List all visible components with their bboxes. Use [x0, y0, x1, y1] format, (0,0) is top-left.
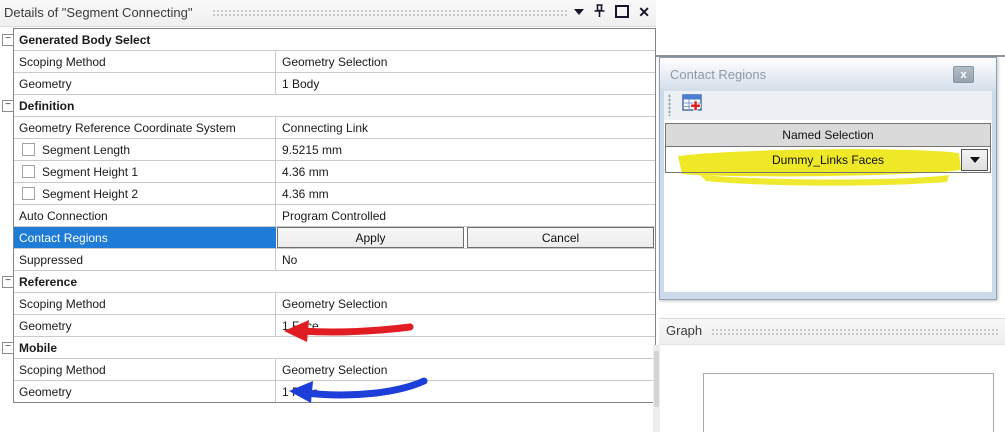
- property-name-label: Geometry Reference Coordinate System: [19, 120, 236, 135]
- contact-regions-window: Contact Regions x Named Selection Dummy_…: [659, 57, 997, 300]
- window-menu-caret-icon[interactable]: [574, 8, 585, 15]
- property-name-cell[interactable]: Geometry: [14, 315, 276, 336]
- contact-regions-titlebar[interactable]: Contact Regions x: [660, 58, 996, 91]
- property-value-cell: Apply Cancel: [276, 227, 655, 248]
- property-name-label: Suppressed: [19, 252, 84, 267]
- section-label: Definition: [19, 98, 75, 113]
- checkbox[interactable]: [22, 187, 35, 200]
- scrollbar-thumb[interactable]: [654, 351, 659, 407]
- property-value-cell[interactable]: Geometry Selection: [276, 51, 655, 72]
- graph-header-dotted-fill: [711, 328, 999, 337]
- details-row-contact-regions[interactable]: Contact Regions Apply Cancel: [14, 227, 655, 249]
- property-value-cell[interactable]: 9.5215 mm: [276, 139, 655, 160]
- property-name-label: Segment Length: [42, 142, 131, 157]
- details-row-scoping-method[interactable]: Scoping Method Geometry Selection: [14, 293, 655, 315]
- property-name-cell[interactable]: Scoping Method: [14, 359, 276, 380]
- checkbox[interactable]: [22, 165, 35, 178]
- contact-regions-title: Contact Regions: [670, 67, 767, 82]
- checkbox[interactable]: [22, 143, 35, 156]
- section-label: Mobile: [19, 340, 57, 355]
- named-selection-value[interactable]: Dummy_Links Faces: [772, 153, 884, 167]
- collapse-minus-icon[interactable]: [2, 34, 14, 46]
- section-label: Reference: [19, 274, 78, 289]
- property-name-label: Segment Height 1: [42, 164, 139, 179]
- collapse-minus-icon[interactable]: [2, 100, 14, 112]
- titlebar-dotted-fill: [212, 9, 568, 18]
- property-name-label: Segment Height 2: [42, 186, 139, 201]
- property-name-label: Auto Connection: [19, 208, 108, 223]
- details-panel-titlebar: Details of "Segment Connecting" ✕: [0, 0, 656, 27]
- property-name-cell[interactable]: Segment Length: [14, 139, 276, 160]
- property-name-cell[interactable]: Scoping Method: [14, 293, 276, 314]
- dropdown-arrow-button[interactable]: [961, 149, 988, 171]
- details-row-reference[interactable]: Reference: [2, 271, 655, 293]
- details-row-scoping-method[interactable]: Scoping Method Geometry Selection: [14, 51, 655, 73]
- apply-button[interactable]: Apply: [277, 227, 464, 248]
- details-row-segment-length[interactable]: Segment Length 9.5215 mm: [14, 139, 655, 161]
- details-row-geometry-reference-coordinate-system[interactable]: Geometry Reference Coordinate System Conn…: [14, 117, 655, 139]
- pin-icon[interactable]: [593, 4, 606, 19]
- property-value-cell[interactable]: 1 Face: [276, 381, 655, 402]
- property-name-label: Scoping Method: [19, 296, 106, 311]
- property-name-label: Geometry: [19, 384, 72, 399]
- property-name-cell[interactable]: Segment Height 2: [14, 183, 276, 204]
- property-name-cell[interactable]: Geometry: [14, 73, 276, 94]
- property-value-cell[interactable]: Connecting Link: [276, 117, 655, 138]
- details-row-scoping-method[interactable]: Scoping Method Geometry Selection: [14, 359, 655, 381]
- section-label: Generated Body Select: [19, 32, 151, 47]
- property-name-label: Scoping Method: [19, 54, 106, 69]
- details-row-segment-height-2[interactable]: Segment Height 2 4.36 mm: [14, 183, 655, 205]
- property-value-cell[interactable]: Geometry Selection: [276, 293, 655, 314]
- details-row-geometry[interactable]: Geometry 1 Face: [14, 381, 655, 402]
- details-row-suppressed[interactable]: Suppressed No: [14, 249, 655, 271]
- cancel-button[interactable]: Cancel: [467, 227, 654, 248]
- ansys-mechanical-workspace: Details of "Segment Connecting" ✕ Genera…: [0, 0, 1005, 432]
- property-value-cell[interactable]: Geometry Selection: [276, 359, 655, 380]
- details-row-mobile[interactable]: Mobile: [2, 337, 655, 359]
- property-name-cell[interactable]: Auto Connection: [14, 205, 276, 226]
- collapse-minus-icon[interactable]: [2, 342, 14, 354]
- add-contact-table-icon[interactable]: [682, 94, 706, 117]
- details-row-auto-connection[interactable]: Auto Connection Program Controlled: [14, 205, 655, 227]
- close-icon[interactable]: ✕: [638, 5, 650, 19]
- property-value-cell[interactable]: 4.36 mm: [276, 161, 655, 182]
- graph-vertical-scrollbar[interactable]: [653, 345, 660, 432]
- details-panel-title: Details of "Segment Connecting": [4, 5, 193, 20]
- property-name-label: Geometry: [19, 76, 72, 91]
- details-row-geometry[interactable]: Geometry 1 Face: [14, 315, 655, 337]
- property-value-cell[interactable]: Program Controlled: [276, 205, 655, 226]
- property-name-label: Contact Regions: [19, 230, 108, 245]
- collapse-minus-icon[interactable]: [2, 276, 14, 288]
- property-value-cell[interactable]: 1 Body: [276, 73, 655, 94]
- property-value-cell[interactable]: 1 Face: [276, 315, 655, 336]
- graph-panel-header: Graph: [659, 318, 1005, 345]
- property-value-cell[interactable]: 4.36 mm: [276, 183, 655, 204]
- details-row-definition[interactable]: Definition: [2, 95, 655, 117]
- property-value-cell[interactable]: No: [276, 249, 655, 270]
- toolbar-grip-icon: [668, 94, 671, 116]
- property-name-cell[interactable]: Scoping Method: [14, 51, 276, 72]
- property-name-cell[interactable]: Segment Height 1: [14, 161, 276, 182]
- property-name-label: Geometry: [19, 318, 72, 333]
- graph-panel-title: Graph: [666, 323, 703, 338]
- named-selection-table: Named Selection Dummy_Links Faces: [665, 123, 991, 173]
- contact-regions-close-button[interactable]: x: [953, 66, 974, 83]
- property-name-label: Scoping Method: [19, 362, 106, 377]
- details-row-generated-body-select[interactable]: Generated Body Select: [2, 29, 655, 51]
- contact-regions-content: Named Selection Dummy_Links Faces: [664, 120, 992, 292]
- float-window-icon[interactable]: [615, 5, 630, 18]
- property-name-cell[interactable]: Geometry: [14, 381, 276, 402]
- named-selection-header: Named Selection: [665, 123, 991, 147]
- property-name-cell[interactable]: Contact Regions: [14, 227, 276, 248]
- contact-regions-toolbar: [664, 91, 992, 120]
- details-table: Generated Body Select Scoping Method Geome…: [2, 28, 656, 403]
- property-name-cell[interactable]: Geometry Reference Coordinate System: [14, 117, 276, 138]
- details-row-segment-height-1[interactable]: Segment Height 1 4.36 mm: [14, 161, 655, 183]
- details-row-geometry[interactable]: Geometry 1 Body: [14, 73, 655, 95]
- property-name-cell[interactable]: Suppressed: [14, 249, 276, 270]
- named-selection-row[interactable]: Dummy_Links Faces: [665, 147, 991, 173]
- graph-plot-area: [703, 373, 994, 432]
